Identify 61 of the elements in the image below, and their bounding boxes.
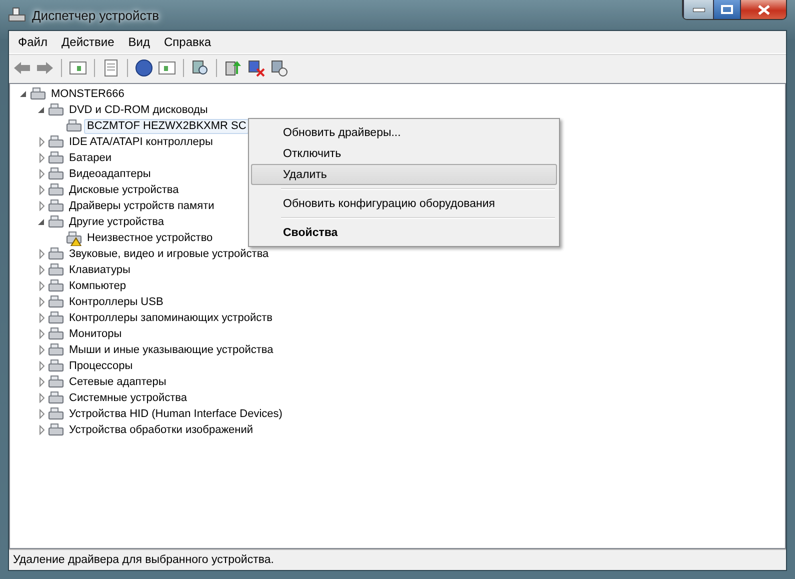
tree-item[interactable]: Мыши и иные указывающие устройства bbox=[66, 342, 276, 358]
close-button[interactable] bbox=[740, 0, 786, 19]
status-text: Удаление драйвера для выбранного устройства. bbox=[13, 554, 274, 566]
tree-item[interactable]: Мониторы bbox=[66, 326, 125, 342]
device-icon bbox=[48, 166, 64, 182]
context-menu-item[interactable]: Отключить bbox=[251, 143, 557, 164]
device-icon bbox=[30, 86, 46, 102]
tree-item[interactable]: Дисковые устройства bbox=[66, 182, 182, 198]
tree-item[interactable]: Другие устройства bbox=[66, 214, 167, 230]
tree-item[interactable]: Устройства HID (Human Interface Devices) bbox=[66, 406, 286, 422]
tree-item[interactable]: Компьютер bbox=[66, 278, 129, 294]
menu-item[interactable]: Действие bbox=[54, 35, 122, 49]
tree-item[interactable]: Устройства обработки изображений bbox=[66, 422, 256, 438]
context-menu-item[interactable]: Свойства bbox=[251, 222, 557, 243]
device-icon bbox=[48, 150, 64, 166]
device-icon bbox=[48, 422, 64, 438]
device-icon bbox=[48, 342, 64, 358]
tree-item[interactable]: Клавиатуры bbox=[66, 262, 134, 278]
tree-item[interactable]: Неизвестное устройство bbox=[84, 230, 216, 246]
computer-icon bbox=[8, 6, 26, 24]
context-menu-item[interactable]: Обновить драйверы... bbox=[251, 122, 557, 143]
uninstall-icon[interactable] bbox=[246, 58, 266, 78]
tree-item[interactable]: BCZMTOF HEZWX2BKXMR SC bbox=[84, 118, 250, 134]
device-icon bbox=[48, 390, 64, 406]
menu-item[interactable]: Справка bbox=[157, 35, 218, 49]
device-icon bbox=[48, 278, 64, 294]
tree-item[interactable]: Звуковые, видео и игровые устройства bbox=[66, 246, 272, 262]
context-menu-item[interactable]: Обновить конфигурацию оборудования bbox=[251, 193, 557, 214]
tree-item[interactable]: Контроллеры USB bbox=[66, 294, 166, 310]
tree-item[interactable]: Батареи bbox=[66, 150, 115, 166]
tree-item[interactable]: Контроллеры запоминающих устройств bbox=[66, 310, 276, 326]
minimize-icon bbox=[692, 8, 704, 12]
device-icon bbox=[48, 326, 64, 342]
tree-item[interactable]: Видеоадаптеры bbox=[66, 166, 154, 182]
tree-item[interactable]: Процессоры bbox=[66, 358, 136, 374]
device-icon bbox=[48, 214, 64, 230]
context-menu-item[interactable]: Удалить bbox=[251, 164, 557, 185]
menu-item[interactable]: Файл bbox=[11, 35, 55, 49]
tree-item[interactable]: DVD и CD-ROM дисководы bbox=[66, 102, 211, 118]
device-icon bbox=[48, 358, 64, 374]
device-icon bbox=[48, 374, 64, 390]
device-icon bbox=[48, 406, 64, 422]
menu-item[interactable]: Вид bbox=[121, 35, 157, 49]
device-icon bbox=[48, 310, 64, 326]
device-icon bbox=[48, 134, 64, 150]
close-icon bbox=[758, 4, 770, 14]
tree-item[interactable]: MONSTER666 bbox=[48, 86, 128, 102]
tree-item[interactable]: IDE ATA/ATAPI контроллеры bbox=[66, 134, 216, 150]
maximize-button[interactable] bbox=[713, 0, 740, 19]
maximize-icon bbox=[721, 5, 733, 14]
device-icon bbox=[48, 182, 64, 198]
device-icon bbox=[48, 102, 64, 118]
device-icon bbox=[48, 198, 64, 214]
device-icon bbox=[48, 246, 64, 262]
window-title: Диспетчер устройств bbox=[32, 8, 160, 22]
device-icon bbox=[48, 294, 64, 310]
tree-item[interactable]: Системные устройства bbox=[66, 390, 190, 406]
tree-item[interactable]: Сетевые адаптеры bbox=[66, 374, 170, 390]
tree-item[interactable]: Драйверы устройств памяти bbox=[66, 198, 218, 214]
minimize-button[interactable] bbox=[683, 0, 713, 19]
device-icon bbox=[48, 262, 64, 278]
